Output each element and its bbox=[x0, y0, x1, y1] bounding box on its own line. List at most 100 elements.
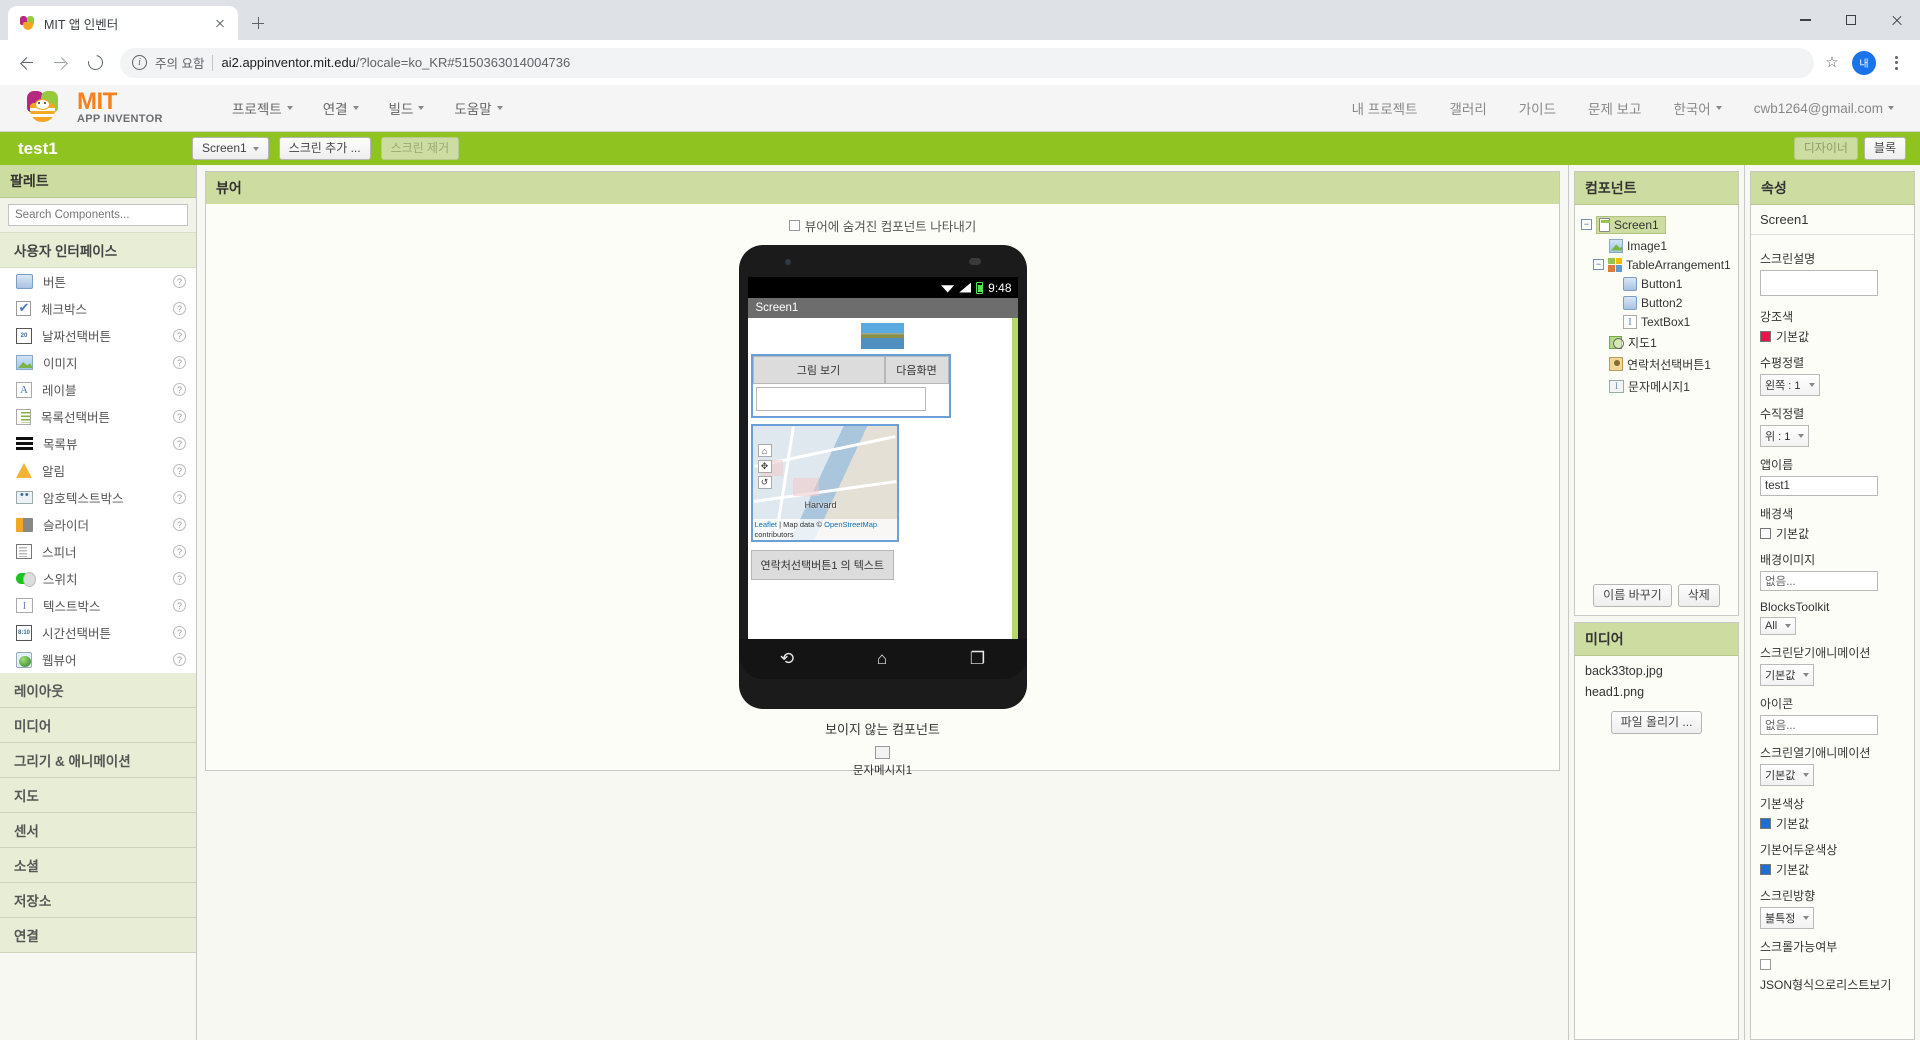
collapse-icon[interactable]: − bbox=[1593, 259, 1604, 270]
back-button[interactable] bbox=[12, 48, 42, 78]
palette-item-spinner[interactable]: 스피너? bbox=[0, 538, 196, 565]
horizontal-align-select[interactable]: 왼쪽 : 1 bbox=[1760, 374, 1820, 396]
palette-category-storage[interactable]: 저장소 bbox=[0, 883, 196, 918]
blocks-toggle-button[interactable]: 블록 bbox=[1863, 136, 1906, 161]
help-icon[interactable]: ? bbox=[173, 383, 186, 396]
back-nav-icon[interactable]: ⟲ bbox=[780, 649, 794, 669]
map-home-icon[interactable]: ⌂ bbox=[757, 444, 772, 457]
image1-component[interactable] bbox=[747, 318, 1018, 354]
screen-orientation-select[interactable]: 불특정 bbox=[1760, 907, 1815, 929]
palette-item-listpicker[interactable]: 목록선택버튼? bbox=[0, 403, 196, 430]
invisible-component-sms[interactable]: 문자메시지1 bbox=[853, 746, 912, 778]
link-report-issue[interactable]: 문제 보고 bbox=[1588, 98, 1641, 118]
palette-item-passwordbox[interactable]: 암호텍스트박스? bbox=[0, 484, 196, 511]
map-reset-icon[interactable]: ↺ bbox=[757, 476, 772, 489]
blocks-toolkit-select[interactable]: All bbox=[1760, 617, 1797, 635]
button1-component[interactable]: 그림 보기 bbox=[752, 356, 885, 384]
json-list-view-link[interactable]: JSON형식으로리스트보기 bbox=[1760, 970, 1905, 999]
background-image-picker[interactable]: 없음... bbox=[1760, 571, 1878, 591]
link-gallery[interactable]: 갤러리 bbox=[1450, 98, 1487, 118]
help-icon[interactable]: ? bbox=[173, 518, 186, 531]
map1-component[interactable]: ⌂ ✥ ↺ Harvard Leaflet | Map data © OpenS… bbox=[750, 424, 899, 542]
collapse-icon[interactable]: − bbox=[1581, 219, 1592, 230]
palette-item-image[interactable]: 이미지? bbox=[0, 349, 196, 376]
new-tab-button[interactable] bbox=[244, 9, 272, 37]
palette-item-webviewer[interactable]: 웹뷰어? bbox=[0, 646, 196, 673]
background-color-picker[interactable]: 기본값 bbox=[1760, 525, 1905, 542]
palette-item-timepicker[interactable]: 8:10 시간선택버튼? bbox=[0, 619, 196, 646]
palette-category-sensors[interactable]: 센서 bbox=[0, 813, 196, 848]
help-icon[interactable]: ? bbox=[173, 275, 186, 288]
table-arrangement1-component[interactable]: 그림 보기 다음화면 bbox=[750, 354, 951, 418]
menu-connect[interactable]: 연결 bbox=[323, 98, 359, 118]
leaflet-link[interactable]: Leaflet bbox=[755, 520, 778, 529]
designer-toggle-button[interactable]: 디자이너 bbox=[1793, 136, 1858, 161]
tree-item-sms1[interactable]: I 문자메시지1 bbox=[1579, 375, 1734, 397]
delete-button[interactable]: 삭제 bbox=[1677, 583, 1720, 607]
contactpicker1-component[interactable]: 연락처선택버튼1 의 텍스트 bbox=[750, 550, 895, 580]
maximize-button[interactable] bbox=[1828, 0, 1874, 40]
help-icon[interactable]: ? bbox=[173, 545, 186, 558]
close-window-button[interactable] bbox=[1874, 0, 1920, 40]
link-my-projects[interactable]: 내 프로젝트 bbox=[1352, 98, 1418, 118]
app-name-input[interactable] bbox=[1760, 476, 1878, 496]
palette-category-maps[interactable]: 지도 bbox=[0, 778, 196, 813]
search-input[interactable] bbox=[8, 204, 188, 226]
recents-nav-icon[interactable]: ❐ bbox=[970, 649, 985, 669]
rename-button[interactable]: 이름 바꾸기 bbox=[1593, 583, 1672, 607]
checkbox-icon[interactable] bbox=[788, 220, 800, 231]
link-guide[interactable]: 가이드 bbox=[1519, 98, 1556, 118]
palette-item-checkbox[interactable]: 체크박스? bbox=[0, 295, 196, 322]
icon-picker[interactable]: 없음... bbox=[1760, 715, 1878, 735]
bookmark-star-icon[interactable]: ☆ bbox=[1824, 54, 1840, 71]
textbox1-component[interactable] bbox=[755, 387, 926, 411]
browser-menu-icon[interactable] bbox=[1884, 51, 1908, 75]
tree-item-map1[interactable]: 지도1 bbox=[1579, 331, 1734, 353]
menu-build[interactable]: 빌드 bbox=[389, 98, 425, 118]
palette-category-media[interactable]: 미디어 bbox=[0, 708, 196, 743]
info-icon[interactable]: i bbox=[132, 55, 147, 70]
button2-component[interactable]: 다음화면 bbox=[884, 356, 949, 384]
help-icon[interactable]: ? bbox=[173, 410, 186, 423]
palette-item-notifier[interactable]: 알림? bbox=[0, 457, 196, 484]
tree-item-tablearrangement1[interactable]: − TableArrangement1 bbox=[1579, 255, 1734, 274]
scrollable-checkbox[interactable] bbox=[1760, 959, 1771, 970]
palette-item-listview[interactable]: 목록뷰? bbox=[0, 430, 196, 457]
help-icon[interactable]: ? bbox=[173, 572, 186, 585]
account-menu[interactable]: cwb1264@gmail.com bbox=[1754, 101, 1894, 116]
avatar[interactable]: 내 bbox=[1852, 50, 1876, 75]
help-icon[interactable]: ? bbox=[173, 329, 186, 342]
show-hidden-components-toggle[interactable]: 뷰어에 숨겨진 컴포넌트 나타내기 bbox=[788, 216, 976, 235]
palette-category-drawing-animation[interactable]: 그리기 & 애니메이션 bbox=[0, 743, 196, 778]
palette-item-button[interactable]: 버튼? bbox=[0, 268, 196, 295]
help-icon[interactable]: ? bbox=[173, 599, 186, 612]
palette-category-layout[interactable]: 레이아웃 bbox=[0, 673, 196, 708]
media-file-item[interactable]: back33top.jpg bbox=[1585, 664, 1728, 678]
primary-color-dark-picker[interactable]: 기본값 bbox=[1760, 861, 1905, 878]
add-screen-button[interactable]: 스크린 추가 ... bbox=[278, 136, 371, 161]
help-icon[interactable]: ? bbox=[173, 356, 186, 369]
url-input[interactable]: i 주의 요함 ai2.appinventor.mit.edu/?locale=… bbox=[120, 47, 1814, 78]
tree-item-image1[interactable]: Image1 bbox=[1579, 236, 1734, 255]
help-icon[interactable]: ? bbox=[173, 437, 186, 450]
home-nav-icon[interactable]: ⌂ bbox=[877, 649, 887, 669]
map-pan-icon[interactable]: ✥ bbox=[757, 460, 772, 473]
palette-item-switch[interactable]: 스위치? bbox=[0, 565, 196, 592]
tree-item-button2[interactable]: Button2 bbox=[1579, 293, 1734, 312]
vertical-align-select[interactable]: 위 : 1 bbox=[1760, 425, 1810, 447]
media-file-item[interactable]: head1.png bbox=[1585, 685, 1728, 699]
openstreetmap-link[interactable]: OpenStreetMap bbox=[824, 520, 877, 529]
screen-description-input[interactable] bbox=[1760, 270, 1878, 296]
help-icon[interactable]: ? bbox=[173, 626, 186, 639]
menu-help[interactable]: 도움말 bbox=[454, 98, 503, 118]
browser-tab[interactable]: MIT 앱 인벤터 bbox=[8, 6, 238, 40]
accent-color-picker[interactable]: 기본값 bbox=[1760, 328, 1905, 345]
palette-item-datepicker[interactable]: 20 날짜선택버튼? bbox=[0, 322, 196, 349]
tree-item-textbox1[interactable]: I TextBox1 bbox=[1579, 312, 1734, 331]
reload-button[interactable] bbox=[80, 48, 110, 78]
tree-item-button1[interactable]: Button1 bbox=[1579, 274, 1734, 293]
minimize-button[interactable] bbox=[1782, 0, 1828, 40]
palette-category-connectivity[interactable]: 연결 bbox=[0, 918, 196, 953]
palette-category-user-interface[interactable]: 사용자 인터페이스 bbox=[0, 232, 196, 268]
help-icon[interactable]: ? bbox=[173, 302, 186, 315]
